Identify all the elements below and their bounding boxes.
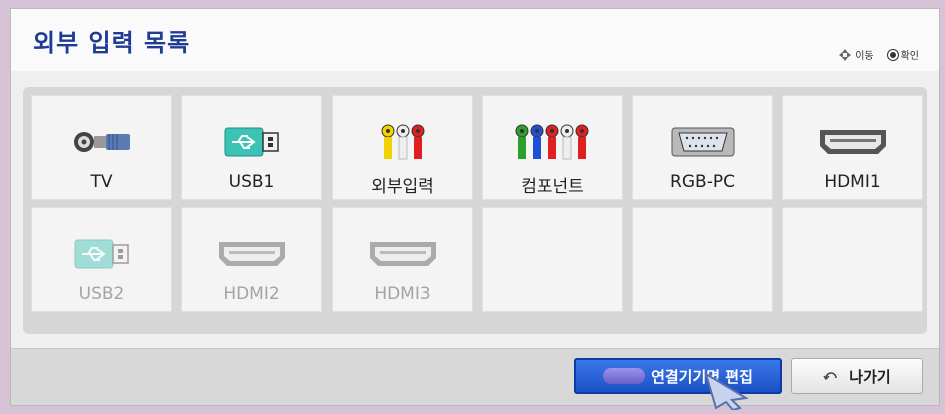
input-label: HDMI2: [223, 284, 280, 304]
move-hint: 이동: [838, 47, 874, 62]
input-tile-av[interactable]: 외부입력: [332, 95, 473, 200]
blue-key-icon: [603, 368, 646, 384]
bottom-bar: 연결기기명 편집 나가기: [11, 348, 939, 405]
input-tile-hdmi2[interactable]: HDMI2: [181, 207, 322, 312]
dpad-icon: [838, 48, 852, 62]
input-grid: TV USB1 외부입력 컴포넌트 RGB-PC HDMI1 USB2 HDMI…: [23, 87, 927, 334]
input-label: USB1: [228, 172, 275, 192]
pointer-cursor-icon: [700, 371, 752, 414]
ok-hint: 확인: [887, 47, 919, 62]
exit-button-label: 나가기: [849, 367, 891, 386]
input-tile-usb1[interactable]: USB1: [181, 95, 322, 200]
input-label: TV: [90, 172, 113, 192]
tv-antenna-icon: [32, 124, 171, 160]
ok-button-icon: [887, 49, 898, 60]
key-hints: 이동 확인: [838, 47, 919, 62]
input-label: HDMI3: [374, 284, 431, 304]
input-label: USB2: [78, 284, 125, 304]
input-tile-usb2[interactable]: USB2: [31, 207, 172, 312]
component-icon: [483, 124, 622, 160]
title-bar: 외부 입력 목록 이동 확인: [11, 9, 939, 71]
return-icon: [823, 367, 841, 385]
input-label: 외부입력: [371, 177, 434, 197]
input-label: 컴포넌트: [521, 177, 584, 197]
exit-button[interactable]: 나가기: [791, 358, 923, 394]
page-title: 외부 입력 목록: [33, 29, 191, 57]
rgb-pc-icon: [633, 124, 772, 160]
empty-tile: [632, 207, 773, 312]
av-rca-icon: [333, 124, 472, 160]
input-label: RGB-PC: [670, 172, 735, 192]
input-list-panel: 외부 입력 목록 이동 확인 TV USB1 외부입력 컴포넌트 RGB-PC …: [10, 8, 940, 406]
move-hint-label: 이동: [855, 51, 874, 62]
usb-icon: [182, 124, 321, 160]
usb-icon: [32, 236, 171, 272]
input-label: HDMI1: [824, 172, 881, 192]
empty-tile: [482, 207, 623, 312]
input-tile-component[interactable]: 컴포넌트: [482, 95, 623, 200]
hdmi-icon: [333, 236, 472, 272]
hdmi-icon: [783, 124, 922, 160]
input-tile-rgb-pc[interactable]: RGB-PC: [632, 95, 773, 200]
input-tile-tv[interactable]: TV: [31, 95, 172, 200]
ok-hint-label: 확인: [900, 51, 919, 62]
input-tile-hdmi1[interactable]: HDMI1: [782, 95, 923, 200]
input-tile-hdmi3[interactable]: HDMI3: [332, 207, 473, 312]
empty-tile: [782, 207, 923, 312]
hdmi-icon: [182, 236, 321, 272]
